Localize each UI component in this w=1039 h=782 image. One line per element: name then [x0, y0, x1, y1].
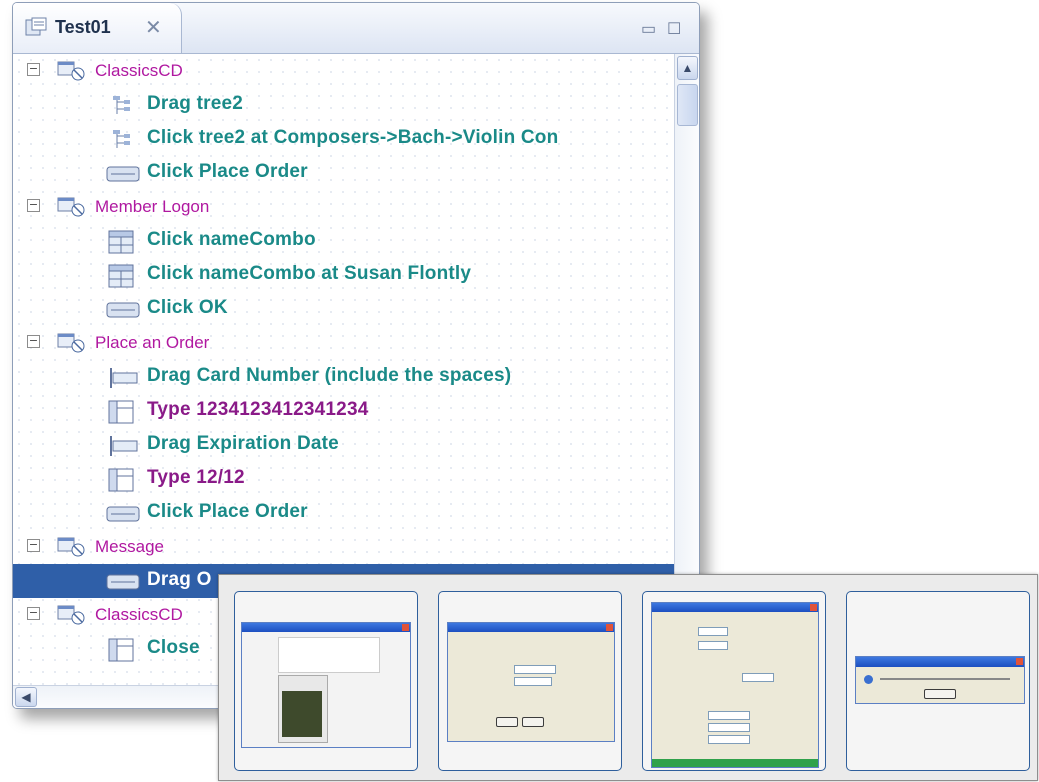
action-label: Drag tree2 — [147, 93, 243, 114]
tree-action-row[interactable]: Click Place Order — [13, 156, 675, 190]
collapse-icon[interactable]: − — [27, 335, 40, 348]
tree-icon — [105, 128, 141, 152]
group-label: Place an Order — [95, 333, 210, 352]
scroll-up-icon[interactable]: ▲ — [677, 56, 698, 80]
tree-action-row[interactable]: Drag Card Number (include the spaces) — [13, 360, 675, 394]
tree-action-row[interactable]: Click OK — [13, 292, 675, 326]
textfield-icon — [105, 400, 141, 424]
tree-group-row[interactable]: − Member Logon — [13, 190, 675, 224]
label-icon — [105, 434, 141, 458]
tab-test01[interactable]: Test01 ✕ — [13, 3, 182, 53]
collapse-icon[interactable]: − — [27, 63, 40, 76]
tree-action-row[interactable]: Drag tree2 — [13, 88, 675, 122]
action-label: Click OK — [147, 297, 228, 318]
action-label: Click tree2 at Composers->Bach->Violin C… — [147, 127, 559, 148]
info-icon — [864, 675, 873, 684]
tab-title: Test01 — [55, 17, 111, 37]
group-label: ClassicsCD — [95, 605, 183, 624]
window-group-icon — [57, 60, 87, 82]
textfield-icon — [105, 638, 141, 662]
action-label: Click nameCombo at Susan Flontly — [147, 263, 472, 284]
tree-group-row[interactable]: − Message — [13, 530, 675, 564]
action-label: Drag Card Number (include the spaces) — [147, 365, 512, 386]
collapse-icon[interactable]: − — [27, 539, 40, 552]
action-label: Click nameCombo — [147, 229, 316, 250]
tree-action-row[interactable]: Type 1234123412341234 — [13, 394, 675, 428]
tree-group-row[interactable]: − Place an Order — [13, 326, 675, 360]
combo-icon — [105, 264, 141, 288]
mini-window — [651, 602, 819, 768]
tree-action-row[interactable]: Type 12/12 — [13, 462, 675, 496]
button-icon — [105, 502, 141, 526]
textfield-icon — [105, 468, 141, 492]
maximize-icon[interactable]: ☐ — [667, 19, 681, 39]
group-label: Message — [95, 537, 164, 556]
message-thumbnail[interactable] — [846, 591, 1030, 771]
classicscd-thumbnail[interactable] — [234, 591, 418, 771]
action-label: Click Place Order — [147, 501, 308, 522]
action-label: Click Place Order — [147, 161, 308, 182]
group-label: Member Logon — [95, 197, 210, 216]
window-group-icon — [57, 536, 87, 558]
action-label: Type 12/12 — [147, 467, 245, 488]
action-label: Close — [147, 637, 200, 658]
button-icon — [105, 162, 141, 186]
tree-icon — [105, 94, 141, 118]
window-group-icon — [57, 604, 87, 626]
tree-action-row[interactable]: Click Place Order — [13, 496, 675, 530]
tree-action-row[interactable]: Click tree2 at Composers->Bach->Violin C… — [13, 122, 675, 156]
scroll-thumb[interactable] — [677, 84, 698, 126]
label-icon — [105, 366, 141, 390]
tree-group-row[interactable]: − ClassicsCD — [13, 54, 675, 88]
collapse-icon[interactable]: − — [27, 199, 40, 212]
action-label: Drag O — [147, 569, 212, 590]
button-icon — [105, 298, 141, 322]
screenshot-strip — [218, 574, 1038, 781]
script-icon — [25, 17, 47, 36]
tree-action-row[interactable]: Drag Expiration Date — [13, 428, 675, 462]
tree-action-row[interactable]: Click nameCombo at Susan Flontly — [13, 258, 675, 292]
mini-window — [241, 622, 411, 748]
minimize-icon[interactable]: ▭ — [641, 19, 656, 39]
collapse-icon[interactable]: − — [27, 607, 40, 620]
mini-window — [447, 622, 615, 742]
mini-dialog — [855, 656, 1025, 704]
tree-action-row[interactable]: Click nameCombo — [13, 224, 675, 258]
tab-bar: Test01 ✕ ▭ ☐ — [13, 3, 699, 54]
action-label: Type 1234123412341234 — [147, 399, 369, 420]
combo-icon — [105, 230, 141, 254]
scroll-left-icon[interactable]: ◀ — [15, 687, 37, 707]
button-icon — [105, 570, 141, 594]
member-logon-thumbnail[interactable] — [438, 591, 622, 771]
window-group-icon — [57, 332, 87, 354]
group-label: ClassicsCD — [95, 61, 183, 80]
close-icon[interactable]: ✕ — [145, 15, 162, 40]
action-label: Drag Expiration Date — [147, 433, 339, 454]
window-group-icon — [57, 196, 87, 218]
place-order-thumbnail[interactable] — [642, 591, 826, 771]
